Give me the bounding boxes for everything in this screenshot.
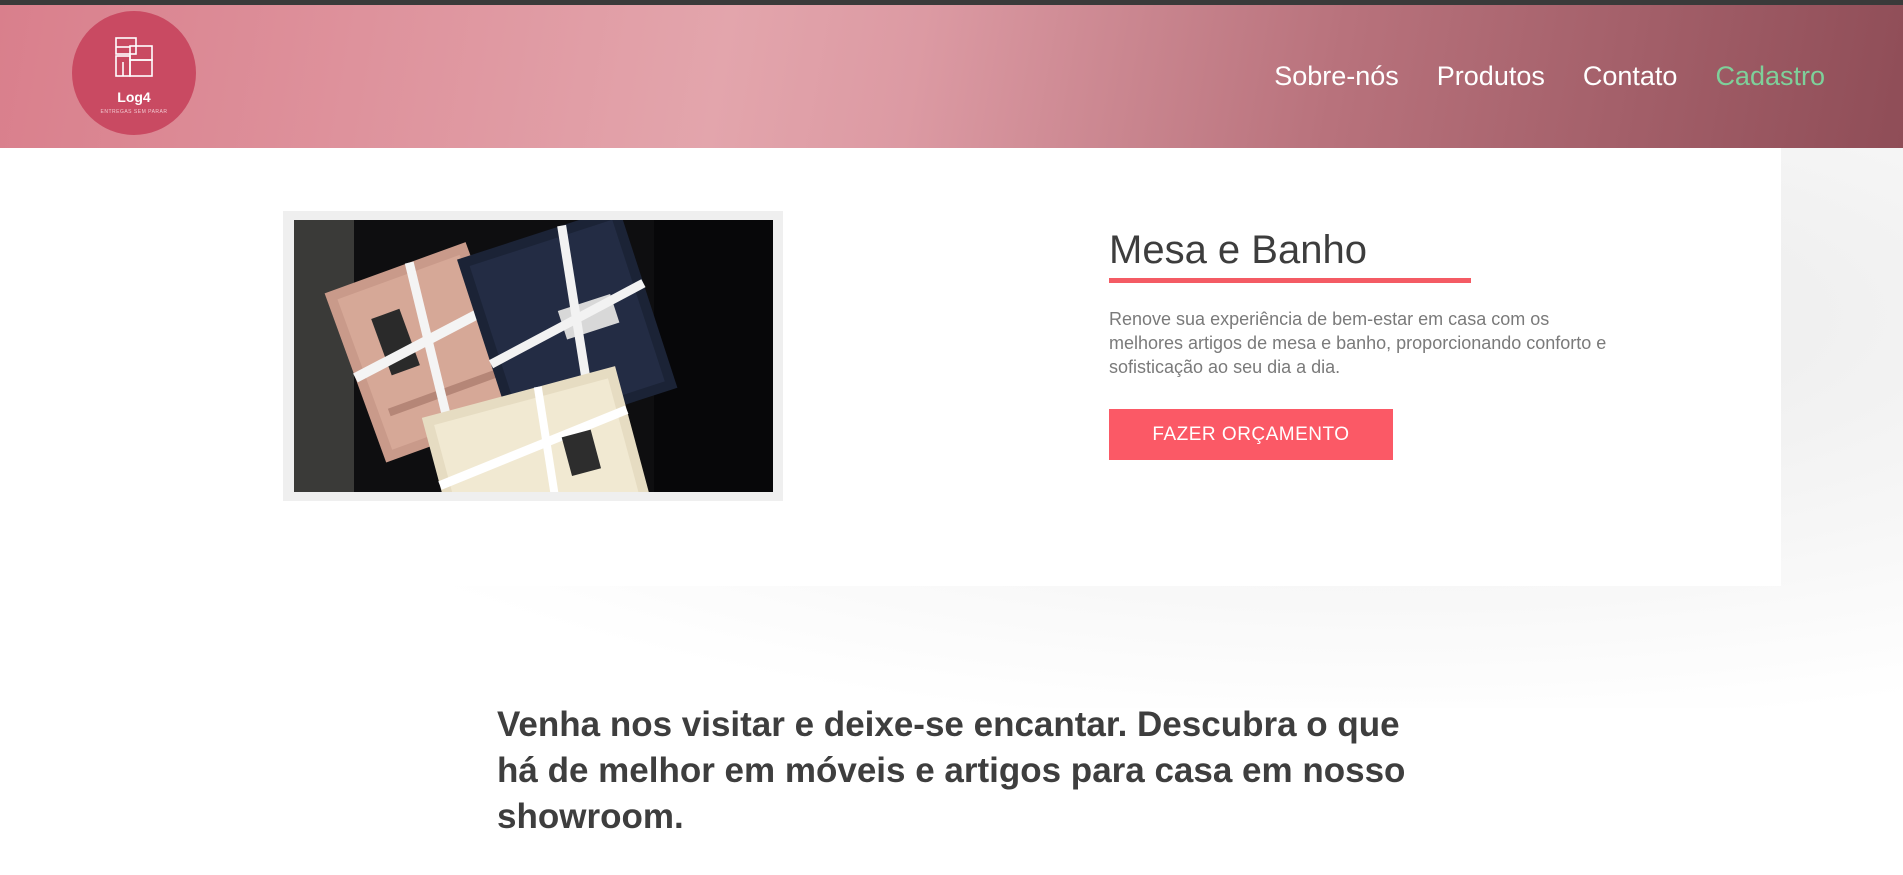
brand-name: Log4 bbox=[117, 89, 151, 105]
nav-item-produtos[interactable]: Produtos bbox=[1437, 61, 1545, 92]
site-header: Log4 ENTREGAS SEM PARAR Sobre-nós Produt… bbox=[0, 5, 1903, 148]
towels-illustration bbox=[294, 220, 773, 492]
fazer-orcamento-button[interactable]: FAZER ORÇAMENTO bbox=[1109, 409, 1393, 460]
nav-item-contato[interactable]: Contato bbox=[1583, 61, 1678, 92]
towels-product-photo bbox=[294, 220, 773, 492]
main-nav: Sobre-nós Produtos Contato Cadastro bbox=[1274, 61, 1825, 92]
feature-description: Renove sua experiência de bem-estar em c… bbox=[1109, 309, 1607, 377]
feature-title: Mesa e Banho bbox=[1109, 228, 1367, 272]
nav-item-cadastro[interactable]: Cadastro bbox=[1715, 61, 1825, 92]
brand-logo[interactable]: Log4 ENTREGAS SEM PARAR bbox=[72, 11, 196, 135]
visit-heading: Venha nos visitar e deixe-se encantar. D… bbox=[497, 705, 1406, 836]
stacked-boxes-icon bbox=[115, 37, 153, 77]
brand-tagline: ENTREGAS SEM PARAR bbox=[100, 109, 168, 115]
nav-item-sobre-nos[interactable]: Sobre-nós bbox=[1274, 61, 1399, 92]
product-photo-frame bbox=[283, 211, 783, 501]
title-underline bbox=[1109, 278, 1471, 283]
feature-content: Mesa e Banho Renove sua experiência de b… bbox=[1109, 228, 1619, 460]
feature-card: Mesa e Banho Renove sua experiência de b… bbox=[0, 148, 1781, 586]
